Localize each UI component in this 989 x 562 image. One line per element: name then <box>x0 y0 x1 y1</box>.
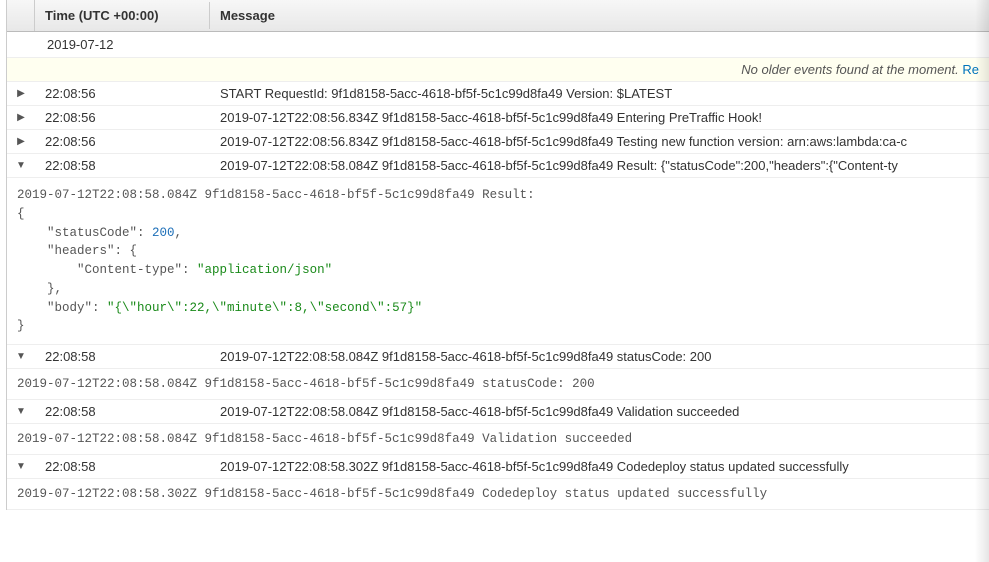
log-time: 22:08:58 <box>35 400 210 423</box>
log-message: 2019-07-12T22:08:56.834Z 9f1d8158-5acc-4… <box>210 130 989 153</box>
header-message[interactable]: Message <box>210 2 989 29</box>
expanded-raw: 2019-07-12T22:08:58.084Z 9f1d8158-5acc-4… <box>7 369 989 400</box>
log-time: 22:08:58 <box>35 455 210 478</box>
log-row[interactable]: ▶ 22:08:56 2019-07-12T22:08:56.834Z 9f1d… <box>7 130 989 154</box>
expand-caret[interactable]: ▶ <box>7 136 35 147</box>
expand-caret[interactable]: ▶ <box>7 88 35 99</box>
json-statuscode: 200 <box>152 226 175 240</box>
log-time: 22:08:56 <box>35 106 210 129</box>
log-message: 2019-07-12T22:08:56.834Z 9f1d8158-5acc-4… <box>210 106 989 129</box>
header-time[interactable]: Time (UTC +00:00) <box>35 2 210 29</box>
table-header: Time (UTC +00:00) Message <box>7 0 989 32</box>
expanded-raw: 2019-07-12T22:08:58.302Z 9f1d8158-5acc-4… <box>7 479 989 510</box>
log-message: 2019-07-12T22:08:58.302Z 9f1d8158-5acc-4… <box>210 455 989 478</box>
expand-caret[interactable]: ▼ <box>7 160 35 171</box>
expanded-json-detail: 2019-07-12T22:08:58.084Z 9f1d8158-5acc-4… <box>7 178 989 345</box>
json-body: "{\"hour\":22,\"minute\":8,\"second\":57… <box>107 301 422 315</box>
log-message: 2019-07-12T22:08:58.084Z 9f1d8158-5acc-4… <box>210 154 989 177</box>
log-message: 2019-07-12T22:08:58.084Z 9f1d8158-5acc-4… <box>210 345 989 368</box>
expand-caret[interactable]: ▼ <box>7 351 35 362</box>
log-time: 22:08:58 <box>35 345 210 368</box>
no-older-events-notice: No older events found at the moment. Re <box>7 58 989 82</box>
log-row[interactable]: ▼ 22:08:58 2019-07-12T22:08:58.084Z 9f1d… <box>7 154 989 178</box>
log-row[interactable]: ▶ 22:08:56 START RequestId: 9f1d8158-5ac… <box>7 82 989 106</box>
log-row[interactable]: ▼ 22:08:58 2019-07-12T22:08:58.302Z 9f1d… <box>7 455 989 479</box>
log-time: 22:08:58 <box>35 154 210 177</box>
log-time: 22:08:56 <box>35 82 210 105</box>
retry-link[interactable]: Re <box>962 62 979 77</box>
expanded-raw: 2019-07-12T22:08:58.084Z 9f1d8158-5acc-4… <box>7 424 989 455</box>
header-expand-col <box>7 0 35 31</box>
log-row[interactable]: ▶ 22:08:56 2019-07-12T22:08:56.834Z 9f1d… <box>7 106 989 130</box>
log-row[interactable]: ▼ 22:08:58 2019-07-12T22:08:58.084Z 9f1d… <box>7 345 989 369</box>
log-message: START RequestId: 9f1d8158-5acc-4618-bf5f… <box>210 82 989 105</box>
log-message: 2019-07-12T22:08:58.084Z 9f1d8158-5acc-4… <box>210 400 989 423</box>
expand-caret[interactable]: ▼ <box>7 461 35 472</box>
log-time: 22:08:56 <box>35 130 210 153</box>
json-content-type: "application/json" <box>197 263 332 277</box>
json-prefix: 2019-07-12T22:08:58.084Z 9f1d8158-5acc-4… <box>17 188 535 202</box>
expand-caret[interactable]: ▼ <box>7 406 35 417</box>
notice-text: No older events found at the moment. <box>741 62 962 77</box>
log-row[interactable]: ▼ 22:08:58 2019-07-12T22:08:58.084Z 9f1d… <box>7 400 989 424</box>
expand-caret[interactable]: ▶ <box>7 112 35 123</box>
date-group: 2019-07-12 <box>7 32 989 58</box>
